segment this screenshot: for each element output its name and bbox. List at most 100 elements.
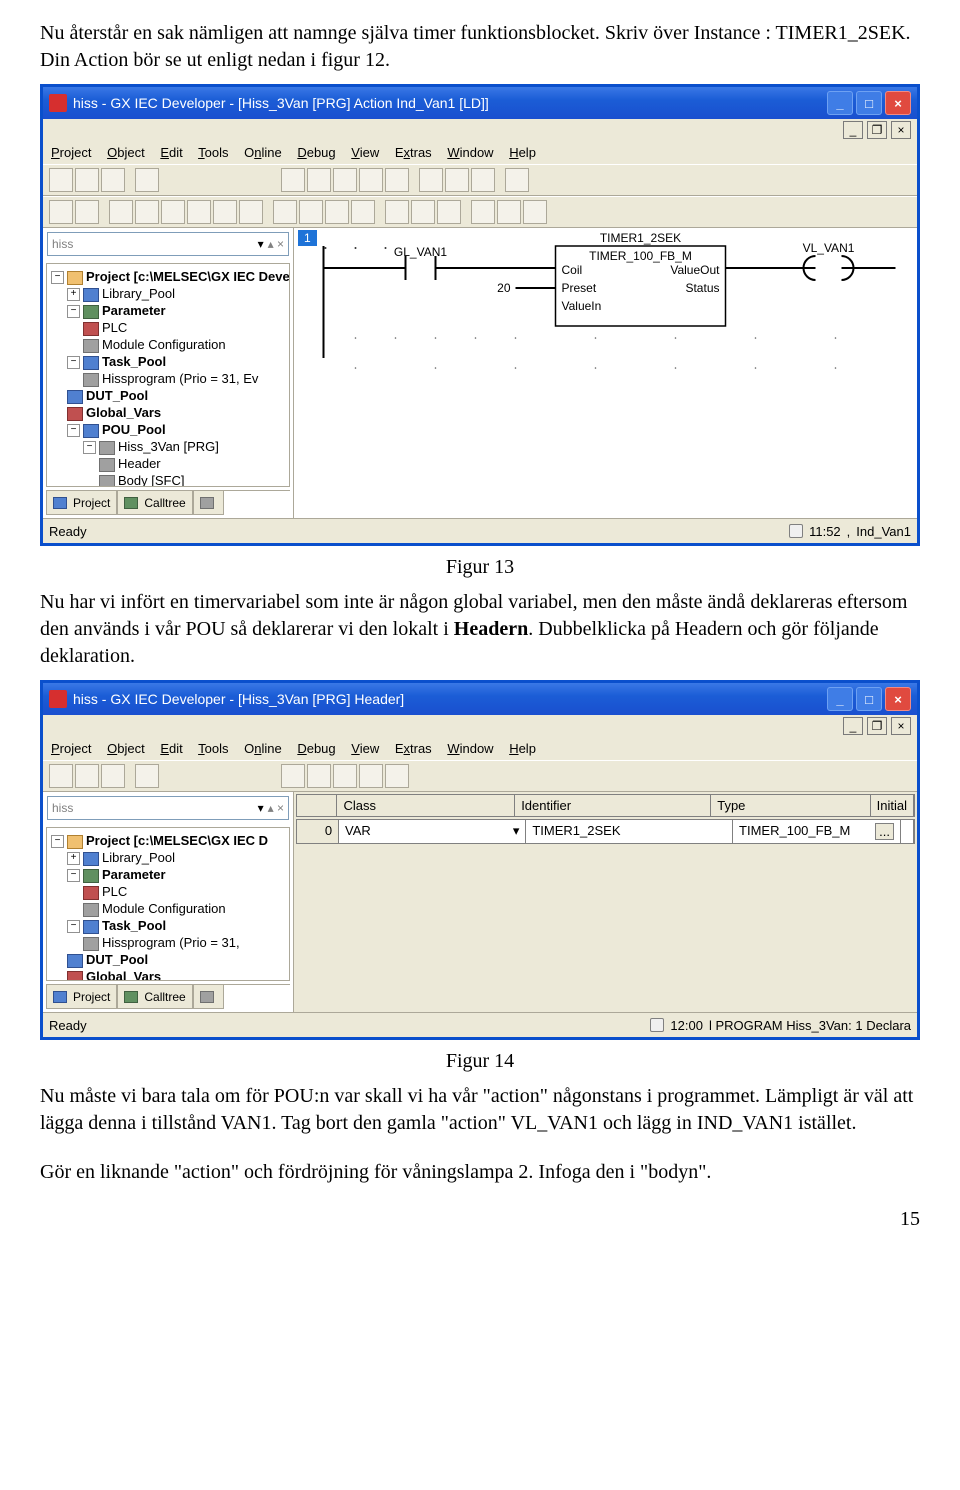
menu-window[interactable]: Window bbox=[447, 145, 493, 160]
toolbar-button[interactable] bbox=[351, 200, 375, 224]
mdi-restore[interactable]: ❐ bbox=[867, 121, 887, 139]
menu-tools[interactable]: Tools bbox=[198, 145, 228, 160]
toolbar-button[interactable] bbox=[385, 200, 409, 224]
menu-extras[interactable]: Extras bbox=[395, 741, 432, 756]
cell-initial[interactable] bbox=[901, 820, 914, 843]
project-combo[interactable]: hiss▾▴ × bbox=[47, 796, 289, 820]
toolbar-button[interactable] bbox=[239, 200, 263, 224]
toolbar-button[interactable] bbox=[109, 200, 133, 224]
menu-online[interactable]: Online bbox=[244, 741, 282, 756]
close-button[interactable]: × bbox=[885, 687, 911, 711]
menu-project[interactable]: Project bbox=[51, 741, 91, 756]
toolbar-button[interactable] bbox=[307, 168, 331, 192]
ladder-editor[interactable]: 1 GL_VAN1 TIMER1_2SEK TIMER_100 bbox=[294, 228, 917, 518]
menu-edit[interactable]: Edit bbox=[160, 145, 182, 160]
toolbar-button[interactable] bbox=[385, 764, 409, 788]
toolbar-button[interactable] bbox=[135, 168, 159, 192]
menu-help[interactable]: Help bbox=[509, 145, 536, 160]
toolbar-button[interactable] bbox=[101, 764, 125, 788]
toolbar-button[interactable] bbox=[161, 764, 185, 788]
menu-debug[interactable]: Debug bbox=[297, 741, 335, 756]
mdi-minimize[interactable]: _ bbox=[843, 121, 863, 139]
toolbar-button[interactable] bbox=[419, 168, 443, 192]
tab-calltree[interactable]: Calltree bbox=[117, 491, 192, 515]
toolbar-button[interactable] bbox=[101, 168, 125, 192]
minimize-button[interactable]: _ bbox=[827, 687, 853, 711]
toolbar-button[interactable] bbox=[583, 200, 607, 224]
menu-view[interactable]: View bbox=[351, 145, 379, 160]
toolbar-button[interactable] bbox=[75, 764, 99, 788]
toolbar-button[interactable] bbox=[281, 764, 305, 788]
toolbar-button[interactable] bbox=[557, 200, 581, 224]
toolbar-button[interactable] bbox=[333, 764, 357, 788]
menu-edit[interactable]: Edit bbox=[160, 741, 182, 756]
cell-class[interactable]: VAR▾ bbox=[339, 820, 526, 843]
toolbar-button[interactable] bbox=[325, 200, 349, 224]
toolbar-button[interactable] bbox=[437, 200, 461, 224]
tab-project[interactable]: Project bbox=[46, 491, 117, 515]
toolbar-button[interactable] bbox=[161, 168, 185, 192]
toolbar-button[interactable] bbox=[471, 168, 495, 192]
toolbar-button[interactable] bbox=[187, 200, 211, 224]
minimize-button[interactable]: _ bbox=[827, 91, 853, 115]
toolbar-button[interactable] bbox=[307, 764, 331, 788]
maximize-button[interactable]: □ bbox=[856, 91, 882, 115]
menu-object[interactable]: Object bbox=[107, 741, 145, 756]
project-tree[interactable]: −Project [c:\MELSEC\GX IEC D +Library_Po… bbox=[46, 827, 290, 981]
toolbar-button[interactable] bbox=[359, 168, 383, 192]
cell-identifier[interactable]: TIMER1_2SEK bbox=[526, 820, 733, 843]
toolbar-button[interactable] bbox=[445, 168, 469, 192]
toolbar-button[interactable] bbox=[247, 764, 271, 788]
mdi-close[interactable]: × bbox=[891, 717, 911, 735]
toolbar-button[interactable] bbox=[281, 168, 305, 192]
toolbar-button[interactable] bbox=[471, 200, 495, 224]
toolbar-button[interactable] bbox=[49, 168, 73, 192]
tab-project[interactable]: Project bbox=[46, 985, 117, 1009]
menu-help[interactable]: Help bbox=[509, 741, 536, 756]
toolbar-button[interactable] bbox=[273, 200, 297, 224]
menu-window[interactable]: Window bbox=[447, 741, 493, 756]
toolbar-button[interactable] bbox=[49, 764, 73, 788]
menu-tools[interactable]: Tools bbox=[198, 741, 228, 756]
menu-project[interactable]: PProjectroject bbox=[51, 145, 91, 160]
menu-extras[interactable]: Extras bbox=[395, 145, 432, 160]
toolbar-button[interactable] bbox=[531, 168, 555, 192]
toolbar-button[interactable] bbox=[221, 168, 245, 192]
tab-extra[interactable] bbox=[193, 985, 224, 1009]
toolbar-button[interactable] bbox=[385, 168, 409, 192]
mdi-restore[interactable]: ❐ bbox=[867, 717, 887, 735]
toolbar-button[interactable] bbox=[497, 200, 521, 224]
close-button[interactable]: × bbox=[885, 91, 911, 115]
menu-online[interactable]: Online bbox=[244, 145, 282, 160]
toolbar-button[interactable] bbox=[161, 200, 185, 224]
header-grid-editor[interactable]: Class Identifier Type Initial 0 VAR▾ TIM… bbox=[294, 792, 917, 1012]
toolbar-button[interactable] bbox=[135, 200, 159, 224]
toolbar-button[interactable] bbox=[187, 764, 211, 788]
cell-type[interactable]: TIMER_100_FB_M... bbox=[733, 820, 901, 843]
toolbar-button[interactable] bbox=[213, 200, 237, 224]
menu-view[interactable]: View bbox=[351, 741, 379, 756]
toolbar-button[interactable] bbox=[187, 168, 211, 192]
menu-debug[interactable]: Debug bbox=[297, 145, 335, 160]
toolbar-button[interactable] bbox=[75, 168, 99, 192]
toolbar-button[interactable] bbox=[505, 168, 529, 192]
tab-extra[interactable] bbox=[193, 491, 224, 515]
menu-object[interactable]: Object bbox=[107, 145, 145, 160]
mdi-minimize[interactable]: _ bbox=[843, 717, 863, 735]
toolbar-button[interactable] bbox=[523, 200, 547, 224]
mdi-close[interactable]: × bbox=[891, 121, 911, 139]
toolbar-button[interactable] bbox=[75, 200, 99, 224]
toolbar-button[interactable] bbox=[333, 168, 357, 192]
toolbar-button[interactable] bbox=[49, 200, 73, 224]
toolbar-button[interactable] bbox=[299, 200, 323, 224]
toolbar-button[interactable] bbox=[557, 168, 581, 192]
grid-data-row[interactable]: 0 VAR▾ TIMER1_2SEK TIMER_100_FB_M... bbox=[296, 819, 915, 844]
project-tree[interactable]: −Project [c:\MELSEC\GX IEC Deve +Library… bbox=[46, 263, 290, 487]
toolbar-button[interactable] bbox=[221, 764, 245, 788]
maximize-button[interactable]: □ bbox=[856, 687, 882, 711]
toolbar-button[interactable] bbox=[135, 764, 159, 788]
toolbar-button[interactable] bbox=[359, 764, 383, 788]
tab-calltree[interactable]: Calltree bbox=[117, 985, 192, 1009]
toolbar-button[interactable] bbox=[247, 168, 271, 192]
project-combo[interactable]: hiss▾▴ × bbox=[47, 232, 289, 256]
